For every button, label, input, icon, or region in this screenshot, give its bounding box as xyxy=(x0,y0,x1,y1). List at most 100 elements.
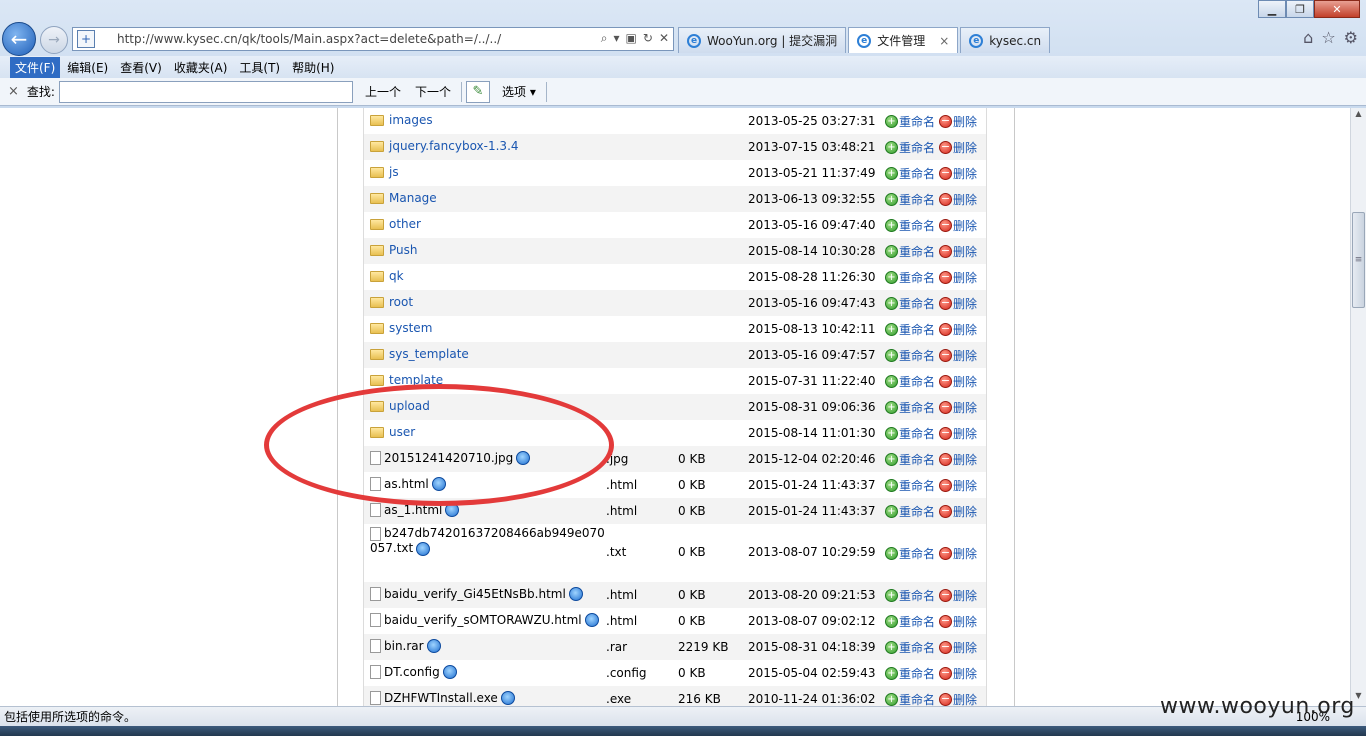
folder-link[interactable]: template xyxy=(389,373,443,387)
menu-item[interactable]: 查看(V) xyxy=(115,57,167,78)
view-file-icon[interactable] xyxy=(445,503,460,517)
view-file-icon[interactable] xyxy=(500,691,515,705)
rename-link[interactable]: 重命名 xyxy=(899,451,935,468)
rename-link[interactable]: 重命名 xyxy=(899,165,935,182)
folder-link[interactable]: images xyxy=(389,113,433,127)
delete-link[interactable]: 删除 xyxy=(953,425,977,442)
delete-link[interactable]: 删除 xyxy=(953,503,977,520)
menu-item[interactable]: 编辑(E) xyxy=(62,57,113,78)
delete-link[interactable]: 删除 xyxy=(953,295,977,312)
folder-link[interactable]: system xyxy=(389,321,432,335)
home-icon[interactable]: ⌂ xyxy=(1303,28,1313,47)
close-window-button[interactable]: ✕ xyxy=(1314,0,1360,18)
delete-link[interactable]: 删除 xyxy=(953,165,977,182)
find-next-button[interactable]: 下一个 xyxy=(413,81,453,102)
address-url[interactable]: http://www.kysec.cn/qk/tools/Main.aspx?a… xyxy=(117,32,501,46)
view-file-icon[interactable] xyxy=(568,587,583,601)
find-options-button[interactable]: 选项 ▾ xyxy=(500,81,538,102)
back-button[interactable]: ← xyxy=(2,22,36,56)
star-icon[interactable]: ☆ xyxy=(1321,28,1335,47)
delete-link[interactable]: 删除 xyxy=(953,691,977,706)
view-file-icon[interactable] xyxy=(442,665,457,679)
rename-link[interactable]: 重命名 xyxy=(899,113,935,130)
delete-link[interactable]: 删除 xyxy=(953,587,977,604)
folder-link[interactable]: qk xyxy=(389,269,404,283)
delete-link[interactable]: 删除 xyxy=(953,545,977,562)
rename-link[interactable]: 重命名 xyxy=(899,347,935,364)
view-file-icon[interactable] xyxy=(584,613,599,627)
browser-tab[interactable]: e kysec.cn xyxy=(960,27,1051,53)
menu-item[interactable]: 帮助(H) xyxy=(287,57,339,78)
view-file-icon[interactable] xyxy=(416,541,431,556)
rename-link[interactable]: 重命名 xyxy=(899,217,935,234)
restore-button[interactable]: ❐ xyxy=(1286,0,1314,18)
rename-link[interactable]: 重命名 xyxy=(899,399,935,416)
rename-link[interactable]: 重命名 xyxy=(899,243,935,260)
view-file-icon[interactable] xyxy=(516,451,531,465)
find-close-button[interactable]: × xyxy=(8,84,19,99)
menu-item[interactable]: 工具(T) xyxy=(234,57,285,78)
browser-tab[interactable]: e WooYun.org | 提交漏洞 xyxy=(678,27,847,53)
view-file-icon[interactable] xyxy=(426,639,441,653)
rename-link[interactable]: 重命名 xyxy=(899,321,935,338)
folder-link[interactable]: js xyxy=(389,165,399,179)
folder-link[interactable]: root xyxy=(389,295,413,309)
highlight-icon[interactable]: ✎ xyxy=(465,80,490,103)
delete-link[interactable]: 删除 xyxy=(953,347,977,364)
rename-link[interactable]: 重命名 xyxy=(899,665,935,682)
delete-link[interactable]: 删除 xyxy=(953,321,977,338)
scroll-thumb[interactable]: ≡ xyxy=(1352,212,1365,308)
compat-view-icon[interactable]: + xyxy=(77,30,95,48)
delete-link[interactable]: 删除 xyxy=(953,217,977,234)
delete-link[interactable]: 删除 xyxy=(953,639,977,656)
stop-icon[interactable]: ✕ xyxy=(659,31,669,46)
delete-link[interactable]: 删除 xyxy=(953,665,977,682)
gear-icon[interactable]: ⚙ xyxy=(1344,28,1358,47)
address-bar[interactable]: + http://www.kysec.cn/qk/tools/Main.aspx… xyxy=(72,27,674,51)
vertical-scrollbar[interactable]: ▲ ≡ ▼ xyxy=(1350,108,1366,706)
delete-link[interactable]: 删除 xyxy=(953,399,977,416)
menu-item[interactable]: 收藏夹(A) xyxy=(169,57,233,78)
delete-link[interactable]: 删除 xyxy=(953,269,977,286)
delete-link[interactable]: 删除 xyxy=(953,451,977,468)
delete-link[interactable]: 删除 xyxy=(953,477,977,494)
refresh-icon[interactable]: ↻ xyxy=(643,31,653,46)
rename-link[interactable]: 重命名 xyxy=(899,477,935,494)
search-icon[interactable]: ⌕ xyxy=(601,31,608,46)
forward-button[interactable]: → xyxy=(40,26,68,54)
rename-link[interactable]: 重命名 xyxy=(899,295,935,312)
rename-link[interactable]: 重命名 xyxy=(899,503,935,520)
tab-close-button[interactable]: × xyxy=(939,34,949,48)
folder-link[interactable]: other xyxy=(389,217,421,231)
folder-link[interactable]: Manage xyxy=(389,191,437,205)
menu-item[interactable]: 文件(F) xyxy=(10,56,61,78)
folder-link[interactable]: sys_template xyxy=(389,347,469,361)
folder-link[interactable]: upload xyxy=(389,399,430,413)
delete-link[interactable]: 删除 xyxy=(953,613,977,630)
folder-link[interactable]: user xyxy=(389,425,415,439)
rename-link[interactable]: 重命名 xyxy=(899,587,935,604)
rename-link[interactable]: 重命名 xyxy=(899,545,935,562)
rename-link[interactable]: 重命名 xyxy=(899,373,935,390)
rename-link[interactable]: 重命名 xyxy=(899,639,935,656)
rename-link[interactable]: 重命名 xyxy=(899,425,935,442)
delete-link[interactable]: 删除 xyxy=(953,191,977,208)
browser-tab[interactable]: e 文件管理 × xyxy=(848,27,959,53)
find-prev-button[interactable]: 上一个 xyxy=(363,81,403,102)
find-input[interactable] xyxy=(58,80,353,103)
rename-link[interactable]: 重命名 xyxy=(899,613,935,630)
view-file-icon[interactable] xyxy=(431,477,446,491)
folder-link[interactable]: jquery.fancybox-1.3.4 xyxy=(389,139,519,153)
dropdown-icon[interactable]: ▾ xyxy=(614,31,620,46)
rename-link[interactable]: 重命名 xyxy=(899,269,935,286)
scroll-up-icon[interactable]: ▲ xyxy=(1352,109,1365,123)
rename-link[interactable]: 重命名 xyxy=(899,191,935,208)
delete-link[interactable]: 删除 xyxy=(953,113,977,130)
rename-link[interactable]: 重命名 xyxy=(899,691,935,706)
delete-link[interactable]: 删除 xyxy=(953,373,977,390)
delete-link[interactable]: 删除 xyxy=(953,243,977,260)
delete-link[interactable]: 删除 xyxy=(953,139,977,156)
folder-link[interactable]: Push xyxy=(389,243,418,257)
minimize-button[interactable]: ▁ xyxy=(1258,0,1286,18)
rename-link[interactable]: 重命名 xyxy=(899,139,935,156)
